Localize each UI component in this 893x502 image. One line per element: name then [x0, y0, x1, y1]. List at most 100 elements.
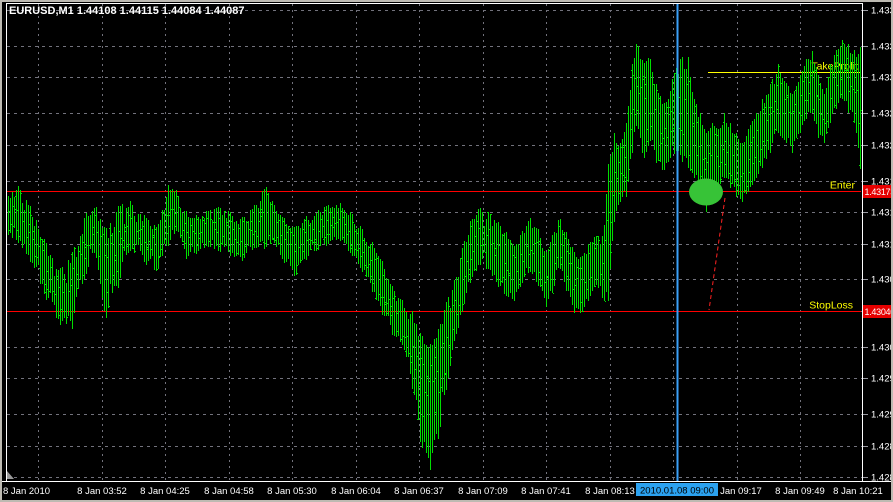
price-tick-label: 1.43000: [871, 343, 893, 354]
ohlc-bar: [806, 59, 807, 119]
open-tick: [747, 186, 748, 187]
close-tick: [261, 209, 262, 210]
ohlc-bar: [352, 214, 353, 256]
open-tick: [355, 231, 356, 232]
price-tick-label: 1.43115: [871, 240, 893, 251]
ohlc-bar: [478, 209, 479, 265]
ohlc-bar: [378, 256, 379, 301]
close-tick: [507, 270, 508, 271]
close-tick: [575, 285, 576, 286]
close-tick: [379, 294, 380, 295]
ohlc-bar: [332, 207, 333, 240]
open-tick: [661, 143, 662, 144]
ohlc-bar: [444, 310, 445, 395]
close-tick: [569, 263, 570, 264]
close-tick: [235, 239, 236, 240]
open-tick: [563, 234, 564, 235]
ohlc-bar: [494, 220, 495, 275]
close-tick: [43, 241, 44, 242]
open-tick: [801, 115, 802, 116]
close-tick: [309, 239, 310, 240]
close-tick: [461, 258, 462, 259]
close-tick: [383, 275, 384, 276]
close-tick: [157, 269, 158, 270]
close-tick: [111, 235, 112, 236]
corner-wedge: [7, 471, 14, 479]
close-tick: [361, 256, 362, 257]
ohlc-bar: [856, 57, 857, 133]
ohlc-bar: [644, 63, 645, 158]
ohlc-bar: [716, 128, 717, 190]
open-tick: [351, 248, 352, 249]
price-bars: [8, 40, 862, 470]
ohlc-bar: [852, 54, 853, 112]
price-tick-label: 1.43150: [871, 208, 893, 219]
open-tick: [567, 251, 568, 252]
open-tick: [703, 159, 704, 160]
close-tick: [729, 173, 730, 174]
close-tick: [499, 245, 500, 246]
open-tick: [331, 225, 332, 226]
close-tick: [367, 267, 368, 268]
close-tick: [273, 238, 274, 239]
ohlc-bar: [218, 207, 219, 251]
open-tick: [77, 274, 78, 275]
close-tick: [341, 211, 342, 212]
close-tick: [215, 229, 216, 230]
close-tick: [87, 245, 88, 246]
close-tick: [487, 235, 488, 236]
ohlc-bar: [420, 333, 421, 442]
ohlc-bar: [608, 164, 609, 301]
ohlc-bar: [540, 238, 541, 287]
ohlc-bar: [362, 229, 363, 272]
close-tick: [791, 113, 792, 114]
time-tick-label: 8 Jan 08:13: [585, 486, 635, 497]
close-tick: [549, 250, 550, 251]
close-tick: [783, 113, 784, 114]
price-tick-label: 1.43225: [871, 141, 893, 152]
ohlc-bar: [408, 319, 409, 357]
close-tick: [177, 196, 178, 197]
open-tick: [363, 252, 364, 253]
ohlc-bar: [616, 143, 617, 211]
ohlc-bar: [348, 215, 349, 251]
ohlc-bar: [190, 218, 191, 252]
close-tick: [159, 257, 160, 258]
close-tick: [649, 113, 650, 114]
close-tick: [137, 231, 138, 232]
time-tick-label: 8 Jan 06:37: [394, 486, 444, 497]
ohlc-bar: [110, 223, 111, 284]
close-tick: [565, 238, 566, 239]
ohlc-bar: [252, 209, 253, 250]
close-tick: [307, 240, 308, 241]
ohlc-bar: [342, 208, 343, 240]
close-tick: [829, 77, 830, 78]
ohlc-bar: [692, 92, 693, 173]
open-tick: [29, 232, 30, 233]
close-tick: [439, 392, 440, 393]
close-tick: [727, 152, 728, 153]
open-tick: [369, 247, 370, 248]
close-tick: [725, 141, 726, 142]
open-tick: [605, 240, 606, 241]
ohlc-bar: [424, 344, 425, 442]
open-tick: [581, 302, 582, 303]
close-tick: [283, 221, 284, 222]
open-tick: [277, 237, 278, 238]
ohlc-bar: [204, 218, 205, 248]
ohlc-bar: [464, 241, 465, 304]
price-chart[interactable]: EnterStopLossTakeProfit1.433751.433351.4…: [0, 0, 893, 502]
ohlc-bar: [822, 89, 823, 136]
ohlc-bar: [230, 212, 231, 256]
open-tick: [817, 95, 818, 96]
close-tick: [229, 215, 230, 216]
open-tick: [175, 226, 176, 227]
ohlc-bar: [254, 205, 255, 248]
ohlc-bar: [512, 244, 513, 299]
open-tick: [619, 193, 620, 194]
close-tick: [433, 381, 434, 382]
ohlc-bar: [474, 219, 475, 271]
close-tick: [133, 248, 134, 249]
trade-marker[interactable]: [689, 178, 723, 206]
close-tick: [635, 78, 636, 79]
